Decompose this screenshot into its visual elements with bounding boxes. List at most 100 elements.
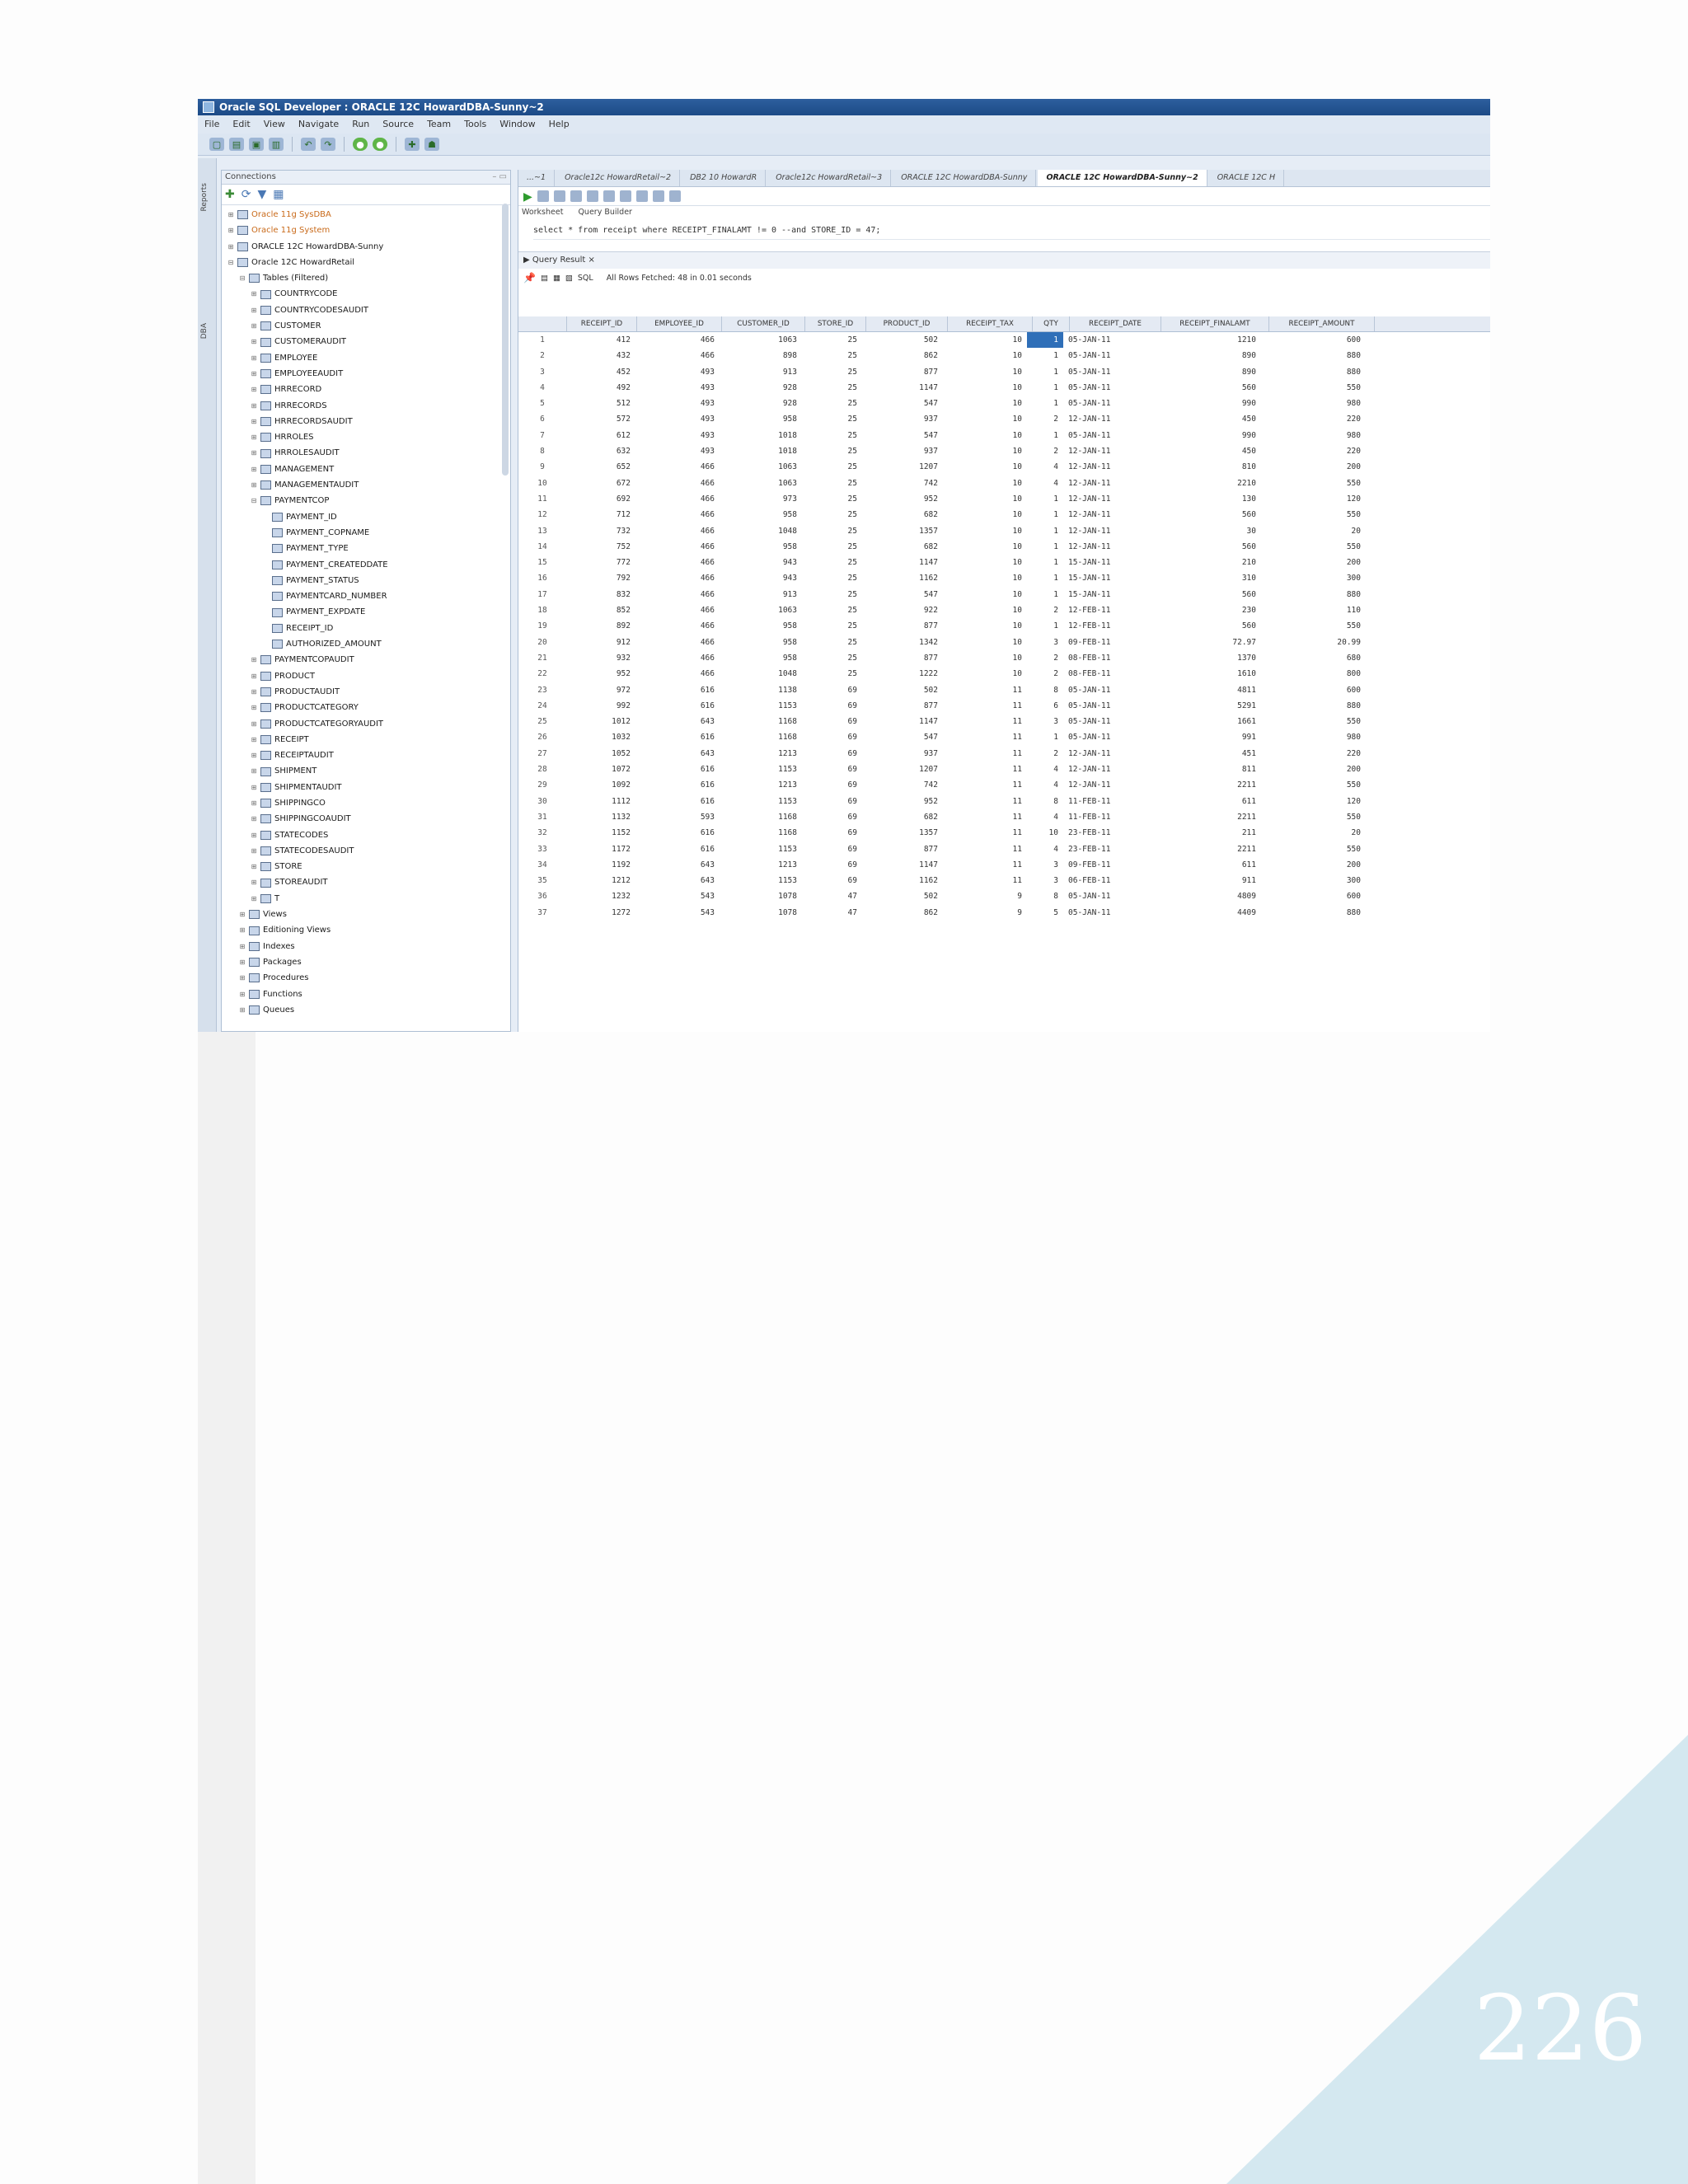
table-row[interactable]: 30 1112 616 1153 69 952 11 8 11-FEB-11 611 120: [518, 794, 1490, 809]
table-cell[interactable]: 220: [1261, 443, 1366, 459]
table-cell[interactable]: 852: [566, 602, 635, 618]
table-row[interactable]: 33 1172 616 1153 69 877 11 4 23-FEB-11 2211 550: [518, 841, 1490, 857]
table-cell[interactable]: 1132: [566, 809, 635, 825]
refresh-result-icon[interactable]: ▧: [565, 274, 573, 283]
expand-icon[interactable]: ⊞: [250, 827, 258, 843]
table-cell[interactable]: 1212: [566, 873, 635, 888]
table-cell[interactable]: 11-FEB-11: [1063, 794, 1154, 809]
table-row[interactable]: 32 1152 616 1168 69 1357 11 10 23-FEB-11 211 20: [518, 825, 1490, 841]
table-cell[interactable]: 466: [635, 523, 720, 539]
query-result-tab[interactable]: ▶ Query Result ×: [518, 251, 1490, 269]
table-cell[interactable]: 25: [802, 491, 862, 507]
table-cell[interactable]: 466: [635, 476, 720, 491]
table-cell[interactable]: 3: [1027, 857, 1063, 873]
expand-icon[interactable]: ⊞: [250, 716, 258, 732]
expand-icon[interactable]: ⊞: [238, 954, 246, 970]
tree-node[interactable]: ⊟ Tables (Filtered): [222, 270, 510, 286]
table-cell[interactable]: 972: [566, 682, 635, 698]
table-cell[interactable]: 11: [943, 809, 1027, 825]
redo-icon[interactable]: ↷: [321, 138, 335, 151]
table-cell[interactable]: 611: [1154, 857, 1261, 873]
undo-icon[interactable]: ↶: [301, 138, 316, 151]
table-cell[interactable]: 466: [635, 491, 720, 507]
table-cell[interactable]: 980: [1261, 396, 1366, 411]
table-cell[interactable]: 550: [1261, 841, 1366, 857]
table-cell[interactable]: 10: [943, 635, 1027, 650]
table-cell[interactable]: 10: [943, 411, 1027, 427]
table-cell[interactable]: 300: [1261, 873, 1366, 888]
expand-icon[interactable]: ⊞: [250, 350, 258, 366]
table-cell[interactable]: 1092: [566, 777, 635, 793]
table-cell[interactable]: 680: [1261, 650, 1366, 666]
table-cell[interactable]: 12-FEB-11: [1063, 618, 1154, 634]
table-cell[interactable]: 611: [1154, 794, 1261, 809]
pin-icon[interactable]: 📌: [523, 272, 536, 284]
sql-link[interactable]: SQL: [578, 274, 593, 283]
table-cell[interactable]: 1: [1027, 570, 1063, 586]
table-cell[interactable]: 20: [1261, 523, 1366, 539]
table-cell[interactable]: 1048: [720, 523, 802, 539]
table-cell[interactable]: 560: [1154, 618, 1261, 634]
table-cell[interactable]: 450: [1154, 411, 1261, 427]
tree-node[interactable]: ⊞ RECEIPT: [222, 732, 510, 748]
tree-node[interactable]: ⊞ STORE: [222, 859, 510, 874]
table-cell[interactable]: 4: [1027, 476, 1063, 491]
table-cell[interactable]: 1078: [720, 905, 802, 921]
tree-node[interactable]: ⊞ SHIPMENTAUDIT: [222, 780, 510, 795]
table-cell[interactable]: 3: [1027, 635, 1063, 650]
table-cell[interactable]: 11: [943, 698, 1027, 714]
table-cell[interactable]: 922: [862, 602, 943, 618]
table-cell[interactable]: 643: [635, 857, 720, 873]
table-row[interactable]: 1 412 466 1063 25 502 10 1 05-JAN-11 1210 600: [518, 332, 1490, 349]
table-cell[interactable]: 943: [720, 555, 802, 570]
table-cell[interactable]: 560: [1154, 539, 1261, 555]
table-cell[interactable]: 10: [943, 555, 1027, 570]
table-cell[interactable]: 06-FEB-11: [1063, 873, 1154, 888]
format-icon[interactable]: [652, 190, 664, 202]
tree-node[interactable]: ⊞ Oracle 11g SysDBA: [222, 207, 510, 223]
table-cell[interactable]: 832: [566, 587, 635, 602]
table-cell[interactable]: 593: [635, 809, 720, 825]
table-cell[interactable]: 913: [720, 587, 802, 602]
table-cell[interactable]: 560: [1154, 380, 1261, 396]
table-cell[interactable]: 502: [862, 682, 943, 698]
table-cell[interactable]: 2211: [1154, 809, 1261, 825]
monitor-icon[interactable]: ☗: [424, 138, 439, 151]
table-cell[interactable]: 616: [635, 682, 720, 698]
table-cell[interactable]: 11: [943, 746, 1027, 762]
table-cell[interactable]: 69: [802, 729, 862, 745]
table-cell[interactable]: 616: [635, 777, 720, 793]
new-icon[interactable]: ▢: [209, 138, 224, 151]
table-cell[interactable]: 6: [1027, 698, 1063, 714]
table-cell[interactable]: 810: [1154, 459, 1261, 475]
table-cell[interactable]: 632: [566, 443, 635, 459]
expand-icon[interactable]: ⊞: [250, 684, 258, 700]
tree-node[interactable]: ⊞ COUNTRYCODESAUDIT: [222, 302, 510, 318]
table-cell[interactable]: 550: [1261, 809, 1366, 825]
expand-icon[interactable]: ⊞: [250, 748, 258, 763]
tree-node[interactable]: ⊞ SHIPPINGCOAUDIT: [222, 811, 510, 827]
table-cell[interactable]: 10: [943, 666, 1027, 682]
table-cell[interactable]: 2: [1027, 746, 1063, 762]
table-cell[interactable]: 200: [1261, 762, 1366, 777]
table-cell[interactable]: 958: [720, 650, 802, 666]
editor-tab[interactable]: Oracle12c HowardRetail~2: [556, 170, 681, 186]
tree-node[interactable]: ⊞ STATECODESAUDIT: [222, 843, 510, 859]
print-icon[interactable]: ▤: [541, 274, 548, 283]
table-cell[interactable]: 958: [720, 539, 802, 555]
collapse-icon[interactable]: ⊟: [227, 255, 235, 270]
back-icon[interactable]: ●: [353, 138, 368, 151]
table-cell[interactable]: 1192: [566, 857, 635, 873]
table-cell[interactable]: 958: [720, 618, 802, 634]
table-cell[interactable]: 08-FEB-11: [1063, 666, 1154, 682]
expand-icon[interactable]: ⊞: [250, 795, 258, 811]
tree-node[interactable]: ⊞ CUSTOMERAUDIT: [222, 334, 510, 349]
table-cell[interactable]: 69: [802, 762, 862, 777]
table-cell[interactable]: 1147: [862, 380, 943, 396]
table-cell[interactable]: 25: [802, 364, 862, 380]
table-cell[interactable]: 1153: [720, 698, 802, 714]
collapse-icon[interactable]: ⊟: [250, 493, 258, 509]
table-cell[interactable]: 911: [1154, 873, 1261, 888]
tree-node[interactable]: ⊞ HRRECORDSAUDIT: [222, 414, 510, 429]
table-cell[interactable]: 880: [1261, 364, 1366, 380]
